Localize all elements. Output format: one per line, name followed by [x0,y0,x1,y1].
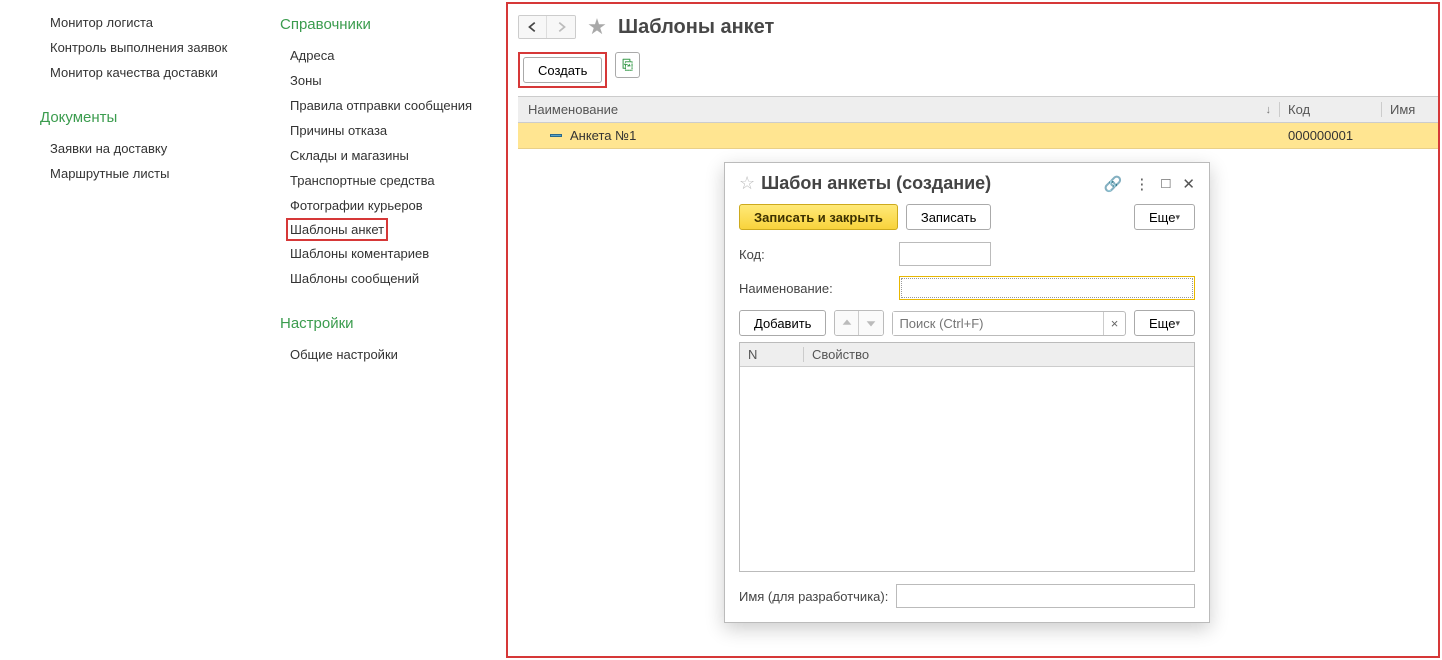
nav-back-button[interactable] [519,16,547,38]
sort-indicator-icon: ↓ [1266,104,1272,116]
nav-refusal-reasons[interactable]: Причины отказа [280,118,504,143]
grid-col-n[interactable]: N [740,347,804,362]
dialog-more-button[interactable]: Еще [1134,204,1195,230]
nav-forward-button[interactable] [547,16,575,38]
sidebar-col-2: Справочники Адреса Зоны Правила отправки… [280,0,504,660]
dialog-star-icon[interactable]: ☆ [739,173,755,194]
name-label: Наименование: [739,281,891,296]
items-list: Наименование ↓ Код Имя Анкета №1 0000000… [518,96,1438,149]
header-row: ★ Шаблоны анкет [518,14,1438,40]
create-button[interactable]: Создать [523,57,602,83]
dialog-title: Шабон анкеты (создание) [761,173,1104,194]
nav-quality[interactable]: Монитор качества доставки [40,60,280,85]
nav-route-sheets[interactable]: Маршрутные листы [40,161,280,186]
copy-icon: ⎘ [622,57,632,73]
grid-col-prop[interactable]: Свойство [804,347,1194,362]
nav-monitor-logist[interactable]: Монитор логиста [40,10,280,35]
main-toolbar: Создать ⎘ [518,52,1438,88]
section-references[interactable]: Справочники [280,16,504,33]
col-header-name[interactable]: Наименование ↓ [518,102,1280,117]
move-down-button[interactable] [859,311,883,335]
arrow-right-icon [554,20,568,34]
nav-general-settings[interactable]: Общие настройки [280,342,504,367]
nav-warehouses[interactable]: Склады и магазины [280,143,504,168]
create-highlight: Создать [518,52,607,88]
col-header-code[interactable]: Код [1280,102,1382,117]
move-buttons [834,310,884,336]
table-row[interactable]: Анкета №1 000000001 [518,123,1438,149]
nav-comment-templates[interactable]: Шаблоны коментариев [280,241,504,266]
dialog-link-icon[interactable]: 🔗 [1104,175,1123,193]
search-wrap: × [892,311,1126,336]
section-settings[interactable]: Настройки [280,315,504,332]
code-label: Код: [739,247,891,262]
arrow-up-icon [840,316,854,330]
nav-message-rules[interactable]: Правила отправки сообщения [280,93,504,118]
nav-addresses[interactable]: Адреса [280,43,504,68]
nav-zones[interactable]: Зоны [280,68,504,93]
arrow-left-icon [526,20,540,34]
arrow-down-icon [864,316,878,330]
search-input[interactable] [893,312,1103,335]
item-icon [550,134,562,137]
nav-questionnaire-templates[interactable]: Шаблоны анкет [286,218,388,241]
add-row-button[interactable]: Добавить [739,310,826,336]
nav-courier-photos[interactable]: Фотографии курьеров [280,193,504,218]
nav-vehicles[interactable]: Транспортные средства [280,168,504,193]
name-field[interactable] [899,276,1195,300]
nav-delivery-requests[interactable]: Заявки на доставку [40,136,280,161]
dev-name-label: Имя (для разработчика): [739,589,888,604]
save-button[interactable]: Записать [906,204,992,230]
dev-name-field[interactable] [896,584,1195,608]
favorite-star-icon[interactable]: ★ [586,14,608,40]
main-area: ★ Шаблоны анкет Создать ⎘ Наименование ↓… [506,2,1440,658]
search-clear-button[interactable]: × [1103,312,1125,335]
col-name-label: Наименование [528,102,618,117]
create-dialog: ☆ Шабон анкеты (создание) 🔗 ⋮ □ ✕ Записа… [724,162,1210,623]
sidebar-col-1: Монитор логиста Контроль выполнения заяв… [0,0,280,660]
row-name: Анкета №1 [570,128,636,143]
nav-buttons [518,15,576,39]
col-header-ima[interactable]: Имя [1382,102,1438,117]
save-close-button[interactable]: Записать и закрыть [739,204,898,230]
nav-control[interactable]: Контроль выполнения заявок [40,35,280,60]
section-documents[interactable]: Документы [40,109,280,126]
dialog-maximize-icon[interactable]: □ [1161,175,1170,192]
move-up-button[interactable] [835,311,859,335]
copy-item-button[interactable]: ⎘ [615,52,639,78]
dialog-more-icon[interactable]: ⋮ [1134,175,1149,193]
row-code: 000000001 [1280,128,1382,143]
nav-message-templates[interactable]: Шаблоны сообщений [280,266,504,291]
code-field[interactable] [899,242,991,266]
dialog-close-icon[interactable]: ✕ [1182,175,1195,193]
list-header: Наименование ↓ Код Имя [518,97,1438,123]
grid-more-button[interactable]: Еще [1134,310,1195,336]
properties-grid[interactable]: N Свойство [739,342,1195,572]
page-title: Шаблоны анкет [618,16,774,39]
